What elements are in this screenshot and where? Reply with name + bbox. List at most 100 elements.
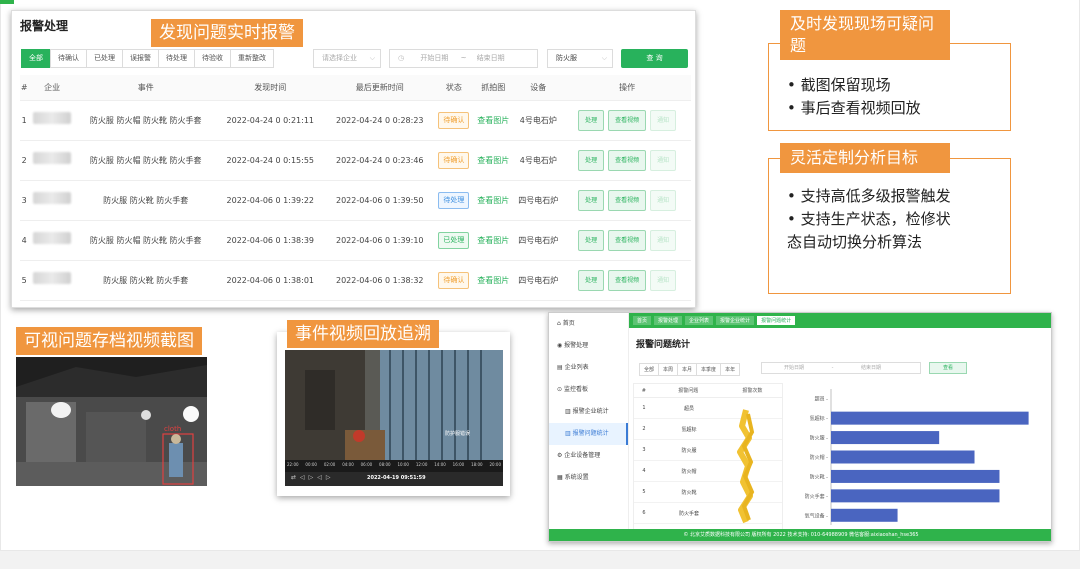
dashboard-tab[interactable]: 报警处理 (654, 316, 683, 325)
enterprise-select[interactable]: 请选择企业 ⌵ (313, 49, 381, 68)
sidebar-icon: ▦ (557, 474, 565, 481)
violation-type-value: 防火服 (556, 54, 577, 62)
timeline-tick: 18:00 (471, 462, 483, 467)
timeline-ticks[interactable]: 22:00 00:00 02:00 04:00 06:00 08:00 10:00 12:00… (285, 462, 503, 467)
sidebar-item[interactable]: ▦ 系统设置 (549, 467, 628, 489)
dashboard-date-range[interactable]: 开始日期 - 结束日期 (761, 362, 921, 374)
query-button[interactable]: 查 询 (621, 49, 688, 68)
notify-button[interactable]: 通知 (650, 229, 677, 251)
status-badge: 待确认 (438, 111, 470, 129)
detection-tag: 防护服错误 (445, 431, 471, 437)
sidebar-item[interactable]: ⌂ 首页 (549, 313, 628, 335)
notify-button[interactable]: 通知 (650, 149, 677, 171)
dash-date-start[interactable]: 开始日期 (784, 365, 804, 371)
dashboard-tab[interactable]: 企业列表 (685, 316, 714, 325)
dash-date-end[interactable]: 结束日期 (861, 365, 881, 371)
status-filter-tabs: 全部 待确认 已处理 误报警 待处理 待验收 重新整改 (21, 49, 274, 69)
view-image-link[interactable]: 查看图片 (477, 156, 509, 165)
filter-tab[interactable]: 待处理 (158, 49, 195, 68)
dashboard-tab[interactable]: 报警企业统计 (716, 316, 755, 325)
handle-button[interactable]: 处理 (578, 189, 605, 211)
snapshot-cell: 查看图片 (473, 100, 514, 141)
handle-button[interactable]: 处理 (578, 109, 605, 131)
view-image-link[interactable]: 查看图片 (477, 236, 509, 245)
violation-type-select[interactable]: 防火服 ⌵ (547, 49, 613, 68)
dashboard-title: 报警问题统计 (636, 340, 691, 350)
bullet-item: • 事后查看视频回放 (787, 99, 921, 117)
row-index: 2 (20, 140, 29, 181)
sidebar-item[interactable]: ▥ 报警企业统计 (549, 401, 628, 423)
sidebar-item[interactable]: ◉ 报警处理 (549, 335, 628, 357)
handle-button[interactable]: 处理 (578, 149, 605, 171)
view-video-button[interactable]: 查看视频 (608, 189, 647, 211)
view-image-link[interactable]: 查看图片 (477, 196, 509, 205)
dashboard-tab[interactable]: 报警问题统计 (757, 316, 796, 325)
date-range-picker[interactable]: ◷ 开始日期 ~ 结束日期 (389, 49, 538, 68)
dashboard-query-button[interactable]: 查看 (929, 362, 967, 374)
event-cell: 防火服 防火靴 防火手套 (75, 260, 216, 301)
factory-scene-image (16, 357, 207, 486)
bar-氧气设备 (831, 508, 898, 522)
notify-button[interactable]: 通知 (650, 269, 677, 291)
sidebar-item[interactable]: ⊙ 监控看板 (549, 379, 628, 401)
category-tick-label: 防火手套 - (805, 493, 829, 500)
event-cell: 防火服 防火帽 防火靴 防火手套 (75, 140, 216, 181)
bullet-text: 事后查看视频回放 (800, 99, 921, 117)
sidebar-item-label: 首页 (562, 320, 575, 327)
sidebar-item[interactable]: ▥ 报警问题统计 (549, 423, 628, 445)
snapshot-cell: 查看图片 (473, 260, 514, 301)
filter-tab[interactable]: 重新整改 (230, 49, 274, 68)
notify-button[interactable]: 通知 (650, 109, 677, 131)
problem-column-header: # (641, 387, 646, 394)
enterprise-select-placeholder: 请选择企业 (322, 54, 357, 62)
range-tabs: 全部 本周 本月 本季度 本年 (639, 363, 741, 376)
sidebar-item[interactable]: ⚙ 企业设备管理 (549, 445, 628, 467)
view-video-button[interactable]: 查看视频 (608, 109, 647, 131)
bullet-item: • 支持高低多级报警触发 (787, 187, 951, 205)
range-tab[interactable]: 本月 (677, 363, 698, 376)
video-frame: 防护服错误 22:00 00:00 02:00 04:00 06:00 08:00 10:0… (285, 350, 503, 486)
range-tab[interactable]: 本年 (720, 363, 741, 376)
date-end-field[interactable]: 结束日期 (477, 54, 505, 62)
playback-controls[interactable]: ⇄◁▷◁▷ (291, 474, 334, 481)
sidebar-icon: ▤ (557, 364, 565, 371)
redacted-enterprise (33, 152, 72, 164)
filter-tab[interactable]: 误报警 (122, 49, 159, 68)
updated-time-cell: 2022-04-06 0 1:39:10 (325, 220, 435, 261)
date-start-field[interactable]: 开始日期 (420, 54, 448, 62)
problem-column-header: 报警问题 (678, 388, 699, 394)
view-video-button[interactable]: 查看视频 (608, 269, 647, 291)
timeline-tick: 22:00 (287, 462, 299, 467)
range-tab[interactable]: 本周 (658, 363, 679, 376)
problem-name: 超员 (683, 405, 694, 412)
enterprise-cell (28, 180, 76, 221)
range-tab[interactable]: 全部 (639, 363, 660, 376)
filter-tab[interactable]: 待验收 (194, 49, 231, 68)
filter-tab[interactable]: 已处理 (86, 49, 123, 68)
view-image-link[interactable]: 查看图片 (477, 276, 509, 285)
redacted-enterprise (33, 112, 72, 124)
view-video-button[interactable]: 查看视频 (608, 149, 647, 171)
box2-title: 灵活定制分析目标 (780, 143, 950, 173)
table-row: 4 防火服 防火帽 防火靴 防火手套 2022-04-06 0 1:38:39 202… (20, 220, 691, 261)
table-header: # 企业 事件 发现时间 最后更新时间 状态 抓拍图 设备 操作 (20, 75, 691, 101)
notify-button[interactable]: 通知 (650, 189, 677, 211)
view-image-link[interactable]: 查看图片 (477, 116, 509, 125)
range-tab[interactable]: 本季度 (696, 363, 722, 376)
view-video-button[interactable]: 查看视频 (608, 229, 647, 251)
column-header: 发现时间 (215, 75, 326, 101)
category-tick-label: 防火靴 - (810, 473, 829, 480)
handle-button[interactable]: 处理 (578, 229, 605, 251)
sidebar-item[interactable]: ▤ 企业列表 (549, 357, 628, 379)
filter-tab[interactable]: 全部 (21, 49, 51, 68)
timeline-tick: 08:00 (379, 462, 391, 467)
timeline-tick: 04:00 (342, 462, 354, 467)
filter-tab[interactable]: 待确认 (50, 49, 87, 68)
enterprise-cell (28, 220, 76, 261)
actions-cell: 处理 查看视频 通知 (563, 100, 691, 141)
dashboard-tab[interactable]: 首页 (633, 316, 652, 325)
handle-button[interactable]: 处理 (578, 269, 605, 291)
event-cell: 防火服 防火靴 防火手套 (75, 180, 216, 221)
category-tick-label: 氧气设备 - (805, 512, 829, 519)
bullet-text: 支持生产状态，检修状 (800, 210, 951, 228)
